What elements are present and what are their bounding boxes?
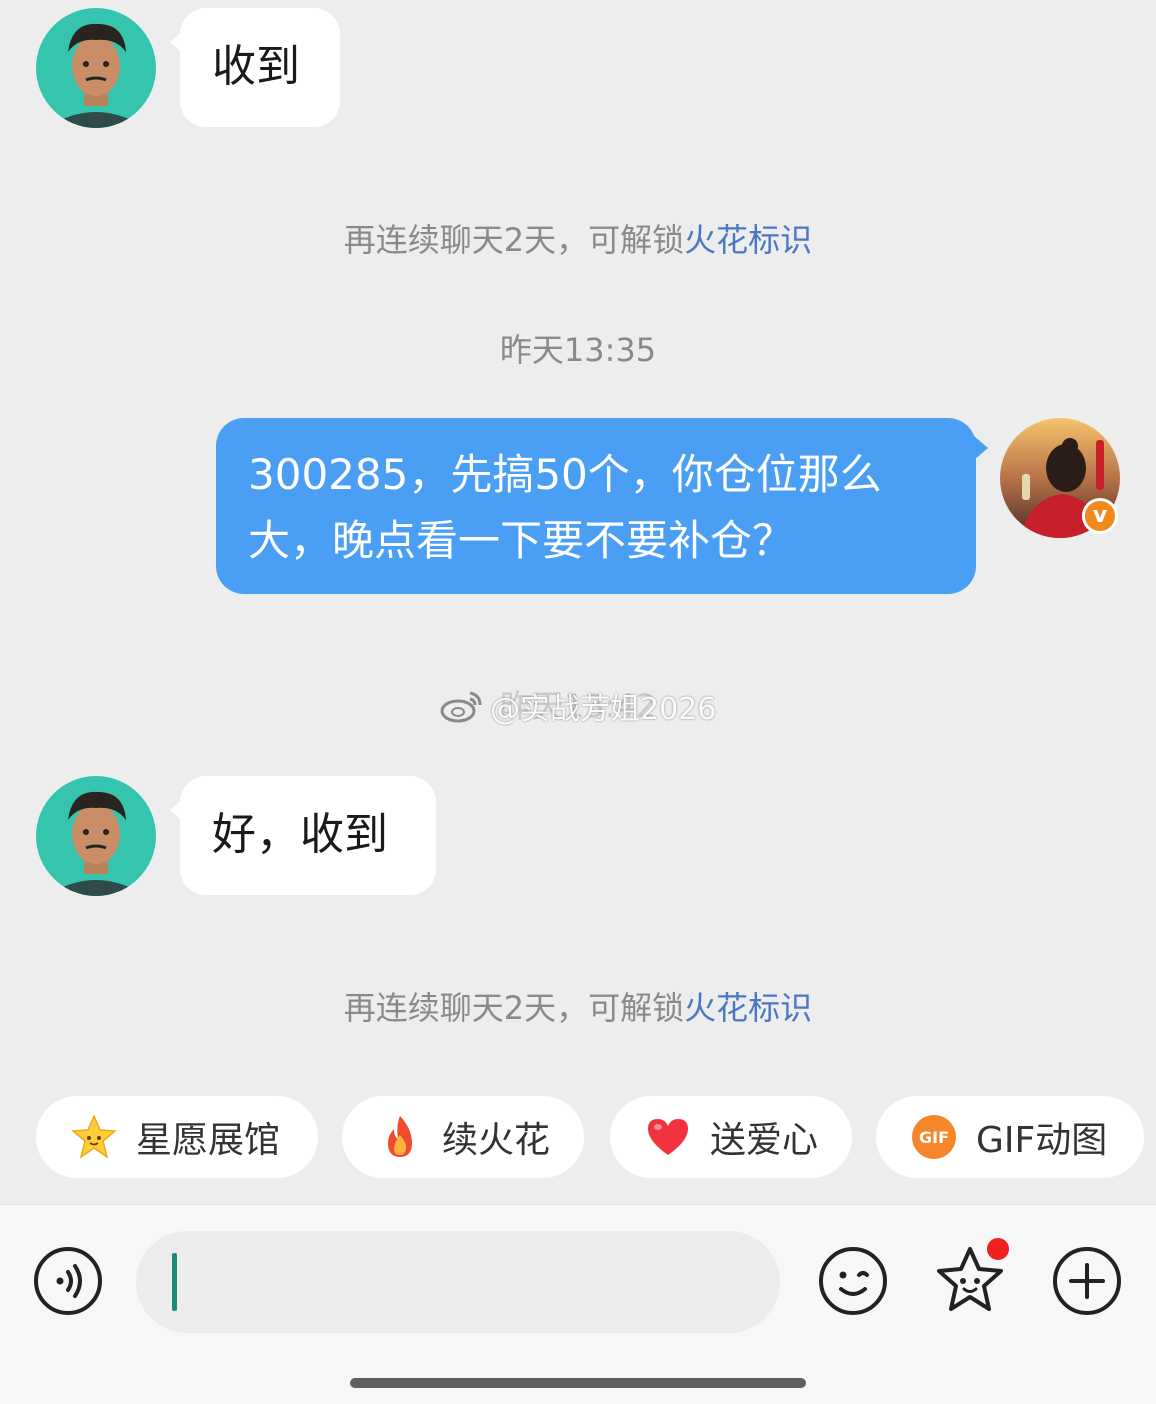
message-text: 好，收到 (212, 809, 388, 860)
svg-text:GIF: GIF (919, 1128, 949, 1147)
message-text-line-1: 300285，先搞50个，你仓位那么 (248, 450, 882, 499)
spark-badge-link[interactable]: 火花标识 (684, 221, 812, 259)
streak-notice: 再连续聊天2天，可解锁火花标识 (0, 986, 1156, 1030)
streak-text: 再连续聊天2天，可解锁 (343, 221, 685, 259)
bubble-tail (170, 30, 184, 54)
home-indicator[interactable] (350, 1378, 806, 1388)
gif-icon: GIF (912, 1115, 956, 1159)
voice-input-icon[interactable] (32, 1245, 104, 1317)
bubble-tail (170, 798, 184, 822)
add-icon[interactable] (1051, 1245, 1123, 1317)
watermark-text: @实战芳姐2026 (490, 692, 717, 727)
friend-avatar[interactable] (36, 8, 156, 128)
message-bubble-received[interactable]: 收到 (170, 8, 340, 127)
chip-label: 送爱心 (710, 1120, 819, 1161)
spark-badge-link[interactable]: 火花标识 (684, 989, 812, 1027)
message-bubble-sent[interactable]: 300285，先搞50个，你仓位那么 大，晚点看一下要不要补仓？ (216, 418, 988, 594)
flame-icon (388, 1116, 412, 1157)
timestamp: 昨天13:35 (499, 331, 657, 369)
verified-badge-icon: v (1082, 498, 1118, 534)
quick-action-gif[interactable]: GIF GIF动图 (876, 1096, 1144, 1178)
chip-label: GIF动图 (976, 1120, 1108, 1161)
message-bubble-received[interactable]: 好，收到 (170, 776, 436, 895)
weibo-logo-icon (440, 691, 482, 723)
chip-label: 续火花 (442, 1120, 551, 1161)
quick-action-continue-spark[interactable]: 续火花 (342, 1096, 584, 1178)
input-bar (0, 1204, 1156, 1404)
notification-dot (984, 1235, 1012, 1263)
emoji-icon[interactable] (817, 1245, 889, 1317)
message-input[interactable] (136, 1231, 780, 1333)
quick-action-star-gallery[interactable]: 星愿展馆 (36, 1096, 318, 1178)
star-face-icon (71, 1114, 117, 1159)
text-caret (172, 1253, 177, 1311)
heart-icon (648, 1119, 688, 1155)
friend-avatar[interactable] (36, 776, 156, 896)
quick-action-send-heart[interactable]: 送爱心 (610, 1096, 852, 1178)
message-text-line-2: 大，晚点看一下要不要补仓？ (248, 516, 795, 565)
streak-notice: 再连续聊天2天，可解锁火花标识 (0, 218, 1156, 262)
streak-text: 再连续聊天2天，可解锁 (343, 989, 685, 1027)
watermark: @实战芳姐2026 (440, 684, 716, 728)
message-text: 收到 (212, 41, 300, 92)
bubble-tail (974, 436, 988, 460)
chip-label: 星愿展馆 (136, 1120, 281, 1161)
